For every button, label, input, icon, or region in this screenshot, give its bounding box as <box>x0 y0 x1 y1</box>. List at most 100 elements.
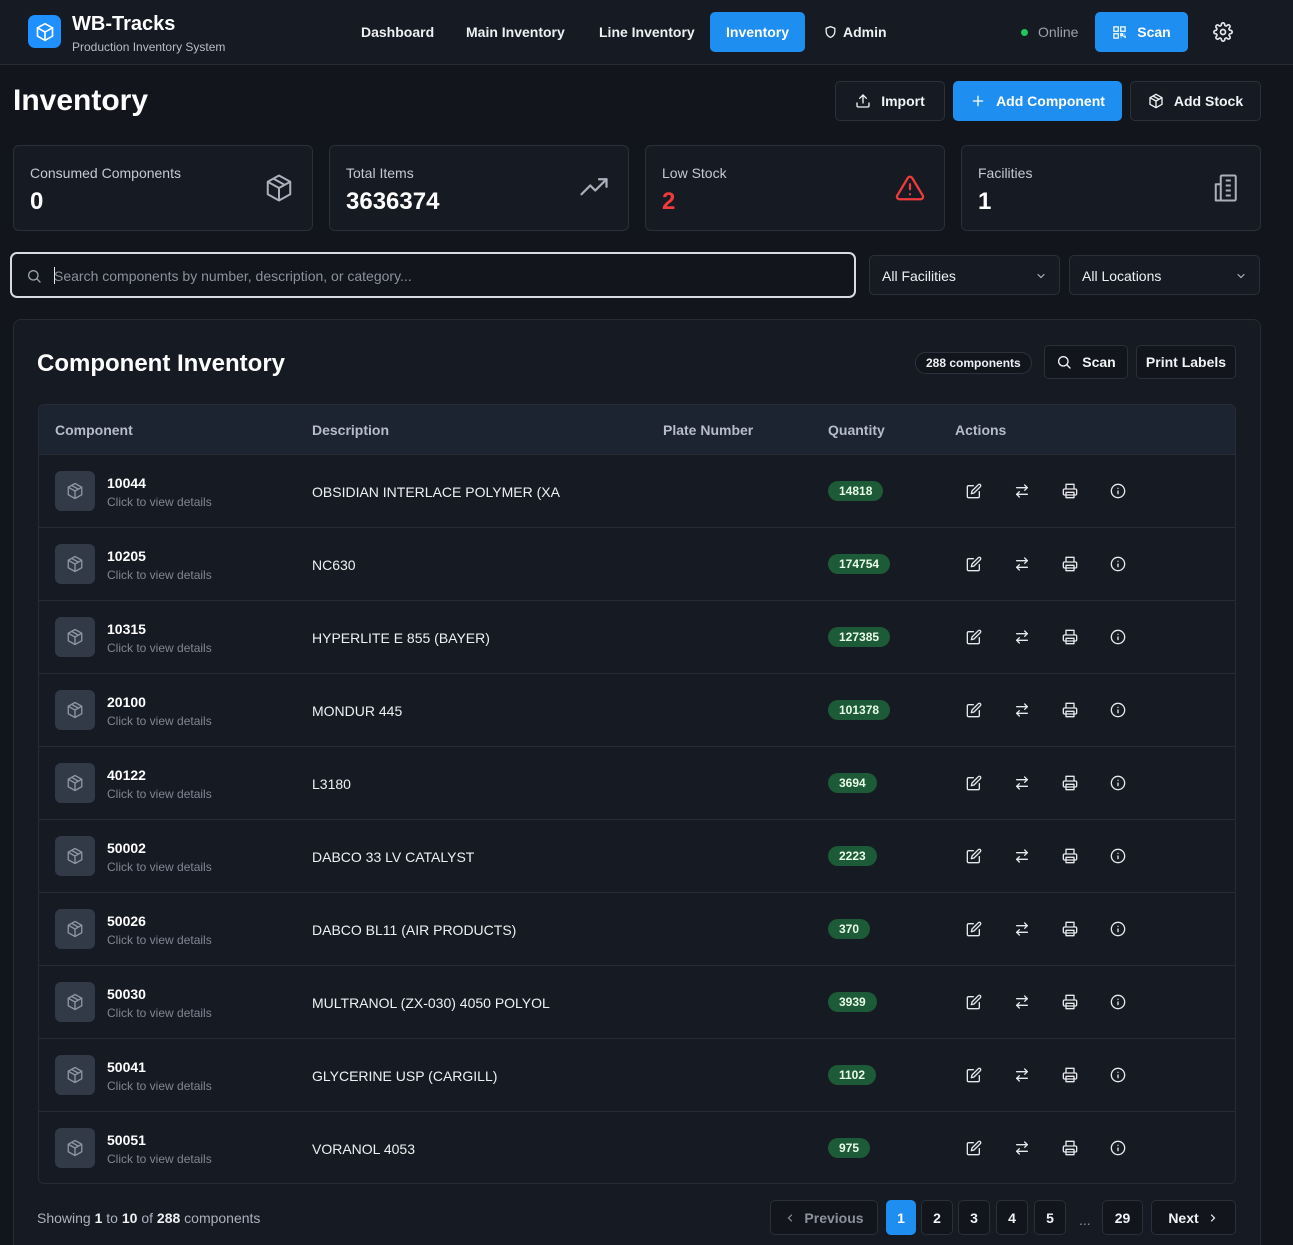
stat-card-facilities: Facilities 1 <box>961 145 1261 231</box>
nav-inventory[interactable]: Inventory <box>710 12 806 52</box>
details-button[interactable] <box>1110 921 1126 937</box>
component-number[interactable]: 10315 <box>107 621 146 637</box>
print-button[interactable] <box>1062 556 1078 572</box>
component-number[interactable]: 50030 <box>107 986 146 1002</box>
table-row[interactable]: 10315 Click to view details HYPERLITE E 85… <box>39 600 1235 673</box>
next-page-button[interactable]: Next <box>1151 1200 1236 1235</box>
edit-button[interactable] <box>966 483 982 499</box>
page-button-1[interactable]: 1 <box>886 1200 916 1235</box>
details-button[interactable] <box>1110 775 1126 791</box>
edit-button[interactable] <box>966 994 982 1010</box>
print-button[interactable] <box>1062 1067 1078 1083</box>
printer-icon <box>1062 556 1078 572</box>
details-button[interactable] <box>1110 702 1126 718</box>
component-number[interactable]: 10044 <box>107 475 146 491</box>
print-labels-button[interactable]: Print Labels <box>1136 345 1236 379</box>
nav-line-inventory[interactable]: Line Inventory <box>583 12 711 52</box>
page-button-4[interactable]: 4 <box>996 1200 1028 1235</box>
details-button[interactable] <box>1110 1140 1126 1156</box>
edit-button[interactable] <box>966 1140 982 1156</box>
import-button[interactable]: Import <box>835 81 945 121</box>
details-button[interactable] <box>1110 629 1126 645</box>
print-button[interactable] <box>1062 483 1078 499</box>
transfer-button[interactable] <box>1014 629 1030 645</box>
details-button[interactable] <box>1110 848 1126 864</box>
search-input[interactable]: Search components by number, description… <box>10 252 856 298</box>
component-number[interactable]: 20100 <box>107 694 146 710</box>
edit-button[interactable] <box>966 848 982 864</box>
component-description: VORANOL 4053 <box>312 1141 415 1157</box>
printer-icon <box>1062 848 1078 864</box>
print-button[interactable] <box>1062 994 1078 1010</box>
print-button[interactable] <box>1062 629 1078 645</box>
edit-button[interactable] <box>966 702 982 718</box>
quantity-badge: 174754 <box>828 554 891 574</box>
app-logo-icon[interactable] <box>28 15 61 48</box>
edit-button[interactable] <box>966 921 982 937</box>
edit-button[interactable] <box>966 629 982 645</box>
transfer-button[interactable] <box>1014 1140 1030 1156</box>
table-row[interactable]: 40122 Click to view details L3180 3694 <box>39 746 1235 819</box>
table-row[interactable]: 50051 Click to view details VORANOL 4053 97… <box>39 1111 1235 1183</box>
info-icon <box>1110 994 1126 1010</box>
component-number[interactable]: 10205 <box>107 548 146 564</box>
table-row[interactable]: 50026 Click to view details DABCO BL11 (AI… <box>39 892 1235 965</box>
details-button[interactable] <box>1110 1067 1126 1083</box>
print-button[interactable] <box>1062 848 1078 864</box>
view-details-hint: Click to view details <box>107 933 212 947</box>
quantity-badge: 3694 <box>828 773 877 793</box>
printer-icon <box>1062 1140 1078 1156</box>
transfer-button[interactable] <box>1014 921 1030 937</box>
details-button[interactable] <box>1110 994 1126 1010</box>
edit-button[interactable] <box>966 1067 982 1083</box>
transfer-button[interactable] <box>1014 775 1030 791</box>
transfer-button[interactable] <box>1014 702 1030 718</box>
nav-main-inventory[interactable]: Main Inventory <box>450 12 581 52</box>
page-button-5[interactable]: 5 <box>1034 1200 1066 1235</box>
column-header-component[interactable]: Component <box>55 422 133 438</box>
page-button-last[interactable]: 29 <box>1102 1200 1143 1235</box>
column-header-description[interactable]: Description <box>312 422 389 438</box>
table-row[interactable]: 20100 Click to view details MONDUR 445 1013… <box>39 673 1235 746</box>
page-button-3[interactable]: 3 <box>958 1200 990 1235</box>
transfer-button[interactable] <box>1014 994 1030 1010</box>
print-button[interactable] <box>1062 1140 1078 1156</box>
nav-admin[interactable]: Admin <box>808 12 903 52</box>
facility-select[interactable]: All Facilities <box>869 255 1060 295</box>
edit-button[interactable] <box>966 775 982 791</box>
table-row[interactable]: 10044 Click to view details OBSIDIAN INTER… <box>39 454 1235 527</box>
component-number[interactable]: 40122 <box>107 767 146 783</box>
transfer-button[interactable] <box>1014 556 1030 572</box>
page-button-2[interactable]: 2 <box>921 1200 953 1235</box>
panel-scan-button[interactable]: Scan <box>1044 345 1128 379</box>
view-details-hint: Click to view details <box>107 1079 212 1093</box>
printer-icon <box>1062 702 1078 718</box>
edit-button[interactable] <box>966 556 982 572</box>
component-number[interactable]: 50051 <box>107 1132 146 1148</box>
table-row[interactable]: 50030 Click to view details MULTRANOL (ZX-… <box>39 965 1235 1038</box>
transfer-button[interactable] <box>1014 483 1030 499</box>
add-component-button[interactable]: Add Component <box>953 81 1122 121</box>
location-select[interactable]: All Locations <box>1069 255 1260 295</box>
table-row[interactable]: 50002 Click to view details DABCO 33 LV CA… <box>39 819 1235 892</box>
details-button[interactable] <box>1110 556 1126 572</box>
component-number[interactable]: 50026 <box>107 913 146 929</box>
print-button[interactable] <box>1062 775 1078 791</box>
table-row[interactable]: 10205 Click to view details NC630 174754 <box>39 527 1235 600</box>
table-row[interactable]: 50041 Click to view details GLYCERINE USP … <box>39 1038 1235 1111</box>
transfer-button[interactable] <box>1014 1067 1030 1083</box>
nav-dashboard[interactable]: Dashboard <box>345 12 450 52</box>
header-scan-button[interactable]: Scan <box>1095 12 1188 52</box>
add-stock-button[interactable]: Add Stock <box>1130 81 1261 121</box>
gear-icon[interactable] <box>1213 22 1233 42</box>
print-button[interactable] <box>1062 921 1078 937</box>
transfer-button[interactable] <box>1014 848 1030 864</box>
component-number[interactable]: 50002 <box>107 840 146 856</box>
column-header-plate-number[interactable]: Plate Number <box>663 422 753 438</box>
print-button[interactable] <box>1062 702 1078 718</box>
column-header-quantity[interactable]: Quantity <box>828 422 885 438</box>
component-number[interactable]: 50041 <box>107 1059 146 1075</box>
previous-page-button[interactable]: Previous <box>770 1200 878 1235</box>
trending-up-icon <box>578 173 610 203</box>
details-button[interactable] <box>1110 483 1126 499</box>
